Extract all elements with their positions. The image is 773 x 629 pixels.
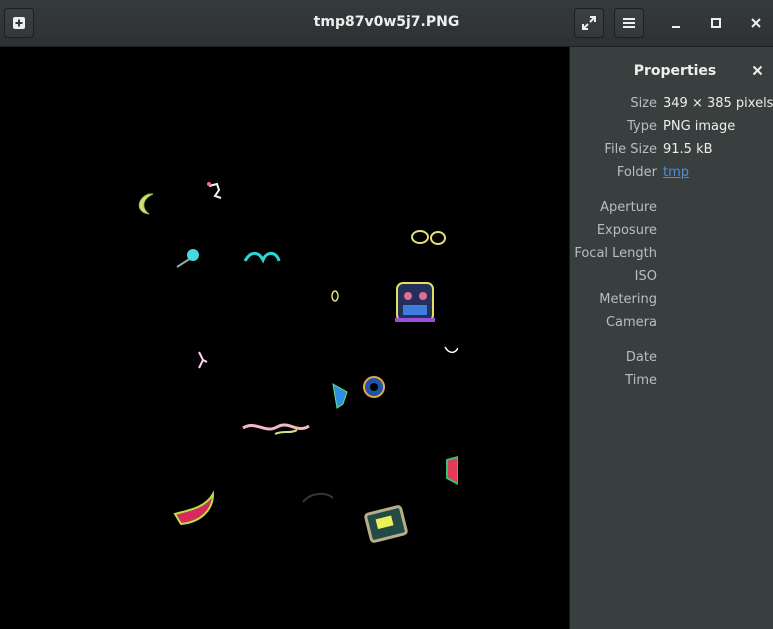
maximize-button[interactable]	[705, 12, 727, 34]
prop-file-size-value: 91.5 kB	[663, 142, 713, 157]
prop-iso-label: ISO	[634, 269, 657, 284]
maximize-icon	[711, 18, 721, 28]
folder-link[interactable]: tmp	[663, 165, 689, 180]
prop-type-label: Type	[627, 119, 657, 134]
close-button[interactable]	[745, 12, 767, 34]
prop-focal-length: Focal Length	[570, 246, 773, 266]
hamburger-menu-icon	[623, 18, 635, 28]
prop-date: Date	[570, 350, 773, 370]
prop-size-label: Size	[630, 96, 657, 111]
properties-sidebar: Properties Size 349 × 385 pixels Type PN…	[569, 47, 773, 629]
prop-camera: Camera	[570, 315, 773, 335]
prop-exposure-label: Exposure	[596, 223, 657, 238]
fullscreen-button[interactable]	[574, 8, 604, 38]
prop-metering: Metering	[570, 292, 773, 312]
title-bar: tmp87v0w5j7.PNG	[0, 0, 773, 47]
prop-exposure: Exposure	[570, 223, 773, 243]
prop-metering-label: Metering	[599, 292, 657, 307]
prop-folder-label: Folder	[616, 165, 657, 180]
new-window-icon	[13, 17, 25, 29]
prop-size-value: 349 × 385 pixels	[663, 96, 773, 111]
sidebar-title: Properties	[633, 63, 717, 79]
prop-time: Time	[570, 373, 773, 393]
image-viewer[interactable]	[0, 47, 569, 629]
prop-type-value: PNG image	[663, 119, 736, 134]
prop-aperture: Aperture	[570, 200, 773, 220]
prop-date-label: Date	[625, 350, 657, 365]
displayed-image	[138, 182, 458, 543]
prop-time-label: Time	[625, 373, 657, 388]
prop-size: Size 349 × 385 pixels	[570, 96, 773, 116]
prop-camera-label: Camera	[605, 315, 657, 330]
prop-aperture-label: Aperture	[600, 200, 657, 215]
close-icon	[752, 65, 762, 75]
prop-file-size: File Size 91.5 kB	[570, 142, 773, 162]
close-icon	[751, 18, 761, 28]
prop-focal-length-label: Focal Length	[574, 246, 657, 261]
prop-folder: Folder tmp	[570, 165, 773, 185]
fullscreen-icon	[582, 16, 596, 30]
minimize-icon	[672, 26, 680, 28]
main-menu-button[interactable]	[614, 8, 644, 38]
minimize-button[interactable]	[665, 12, 687, 34]
sidebar-close-button[interactable]	[750, 63, 764, 77]
prop-iso: ISO	[570, 269, 773, 289]
window-title: tmp87v0w5j7.PNG	[313, 14, 460, 30]
prop-type: Type PNG image	[570, 119, 773, 139]
new-window-button[interactable]	[4, 8, 34, 38]
prop-file-size-label: File Size	[604, 142, 657, 157]
